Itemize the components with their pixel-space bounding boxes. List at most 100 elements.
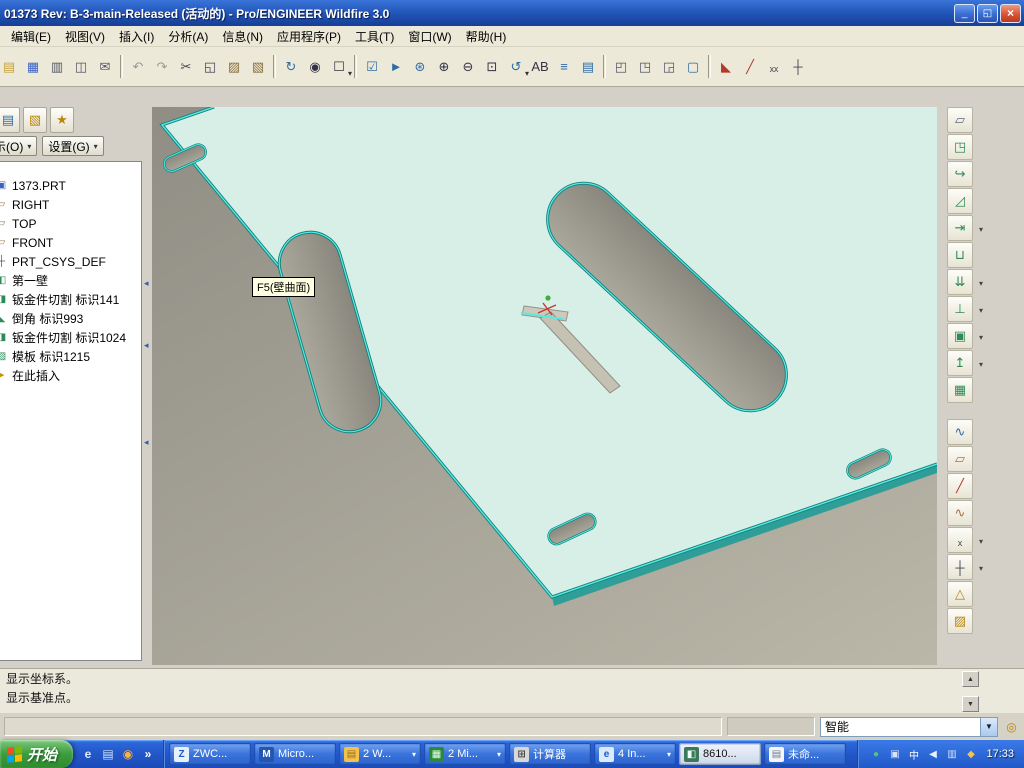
task-button-microsoft[interactable]: M Micro... bbox=[254, 743, 337, 765]
tree-item-first-wall[interactable]: ◧ 第一壁 bbox=[0, 271, 141, 290]
tree-item-template-1215[interactable]: ▨ 模板 标识1215 bbox=[0, 347, 141, 366]
new-window-icon[interactable]: ◰ bbox=[609, 55, 633, 79]
punch-tool-icon[interactable]: ↥ bbox=[947, 350, 983, 376]
save-icon[interactable]: ▦ bbox=[21, 55, 45, 79]
datum-csys-tool-icon[interactable]: ┼ bbox=[947, 554, 983, 580]
task-button-calculator[interactable]: ⊞ 计算器 bbox=[509, 743, 592, 765]
unbend-tool-icon[interactable]: ⇊ bbox=[947, 269, 983, 295]
menu-edit[interactable]: 编辑(E) bbox=[4, 26, 58, 47]
print-icon[interactable]: ▥ bbox=[45, 55, 69, 79]
datum-plane-tool-icon[interactable]: ▱ bbox=[947, 446, 973, 472]
window-cascade-icon[interactable]: ◲ bbox=[657, 55, 681, 79]
copy-icon[interactable]: ◱ bbox=[198, 55, 222, 79]
scroll-up-button[interactable]: ▲ bbox=[962, 671, 979, 687]
redo-icon[interactable]: ↷ bbox=[150, 55, 174, 79]
window-tile-icon[interactable]: ◳ bbox=[633, 55, 657, 79]
twist-wall-tool-icon[interactable]: ◿ bbox=[947, 188, 973, 214]
scroll-down-button[interactable]: ▼ bbox=[962, 696, 979, 712]
mail-icon[interactable]: ✉ bbox=[93, 55, 117, 79]
zoom-out-icon[interactable]: ⊖ bbox=[456, 55, 480, 79]
saved-views-icon[interactable]: AB bbox=[528, 55, 552, 79]
tray-network-icon[interactable]: ▥ bbox=[944, 747, 959, 762]
tray-update-icon[interactable]: ◆ bbox=[963, 747, 978, 762]
paste-special-icon[interactable]: ▧ bbox=[246, 55, 270, 79]
menu-view[interactable]: 视图(V) bbox=[58, 26, 112, 47]
tree-item-right[interactable]: ▱ RIGHT bbox=[0, 195, 141, 214]
tree-item-insert-here[interactable]: ► 在此插入 bbox=[0, 366, 141, 385]
tree-item-chamfer-993[interactable]: ◣ 倒角 标识993 bbox=[0, 309, 141, 328]
refit-icon[interactable]: ⊡ bbox=[480, 55, 504, 79]
sketch-display-icon[interactable]: ▢ bbox=[681, 55, 705, 79]
menu-info[interactable]: 信息(N) bbox=[215, 26, 270, 47]
menu-window[interactable]: 窗口(W) bbox=[401, 26, 458, 47]
menu-applications[interactable]: 应用程序(P) bbox=[270, 26, 348, 47]
tree-item-csys[interactable]: ┼ PRT_CSYS_DEF bbox=[0, 252, 141, 271]
cut-icon[interactable]: ✂ bbox=[174, 55, 198, 79]
datum-axes-toggle-icon[interactable]: ╱ bbox=[738, 55, 762, 79]
tree-item-front[interactable]: ▱ FRONT bbox=[0, 233, 141, 252]
bend-tool-icon[interactable]: ▣ bbox=[947, 323, 983, 349]
3d-model-canvas[interactable] bbox=[152, 107, 937, 665]
zoom-in-icon[interactable]: ⊕ bbox=[432, 55, 456, 79]
sketched-curve-tool-icon[interactable]: ∿ bbox=[947, 500, 973, 526]
task-button-mi-group[interactable]: ▦ 2 Mi... bbox=[424, 743, 507, 765]
minimize-button[interactable]: _ bbox=[954, 3, 975, 23]
quick-launch-overflow-chevron[interactable]: » bbox=[139, 744, 157, 764]
show-desktop-icon[interactable]: ▤ bbox=[99, 744, 117, 764]
print-preview-icon[interactable]: ◫ bbox=[69, 55, 93, 79]
datum-curve-tool-icon[interactable]: ∿ bbox=[947, 419, 973, 445]
task-button-untitled[interactable]: ▤ 未命... bbox=[764, 743, 847, 765]
undo-icon[interactable]: ↶ bbox=[126, 55, 150, 79]
find-icon[interactable]: ◉ bbox=[303, 55, 327, 79]
menu-insert[interactable]: 插入(I) bbox=[112, 26, 161, 47]
start-button[interactable]: 开始 bbox=[0, 740, 74, 768]
task-button-proe-8610[interactable]: ◧ 8610... bbox=[679, 743, 762, 765]
merge-wall-tool-icon[interactable]: ⊔ bbox=[947, 242, 973, 268]
bend-back-tool-icon[interactable]: ⊥ bbox=[947, 296, 983, 322]
datum-point-tool-icon[interactable]: ₓ bbox=[947, 527, 983, 553]
sketch-tool-icon[interactable]: ▱ bbox=[947, 107, 973, 133]
sash-collapse-arrow[interactable]: ◂ bbox=[144, 278, 149, 289]
datum-planes-toggle-icon[interactable]: ◣ bbox=[714, 55, 738, 79]
sash-collapse-arrow[interactable]: ◂ bbox=[144, 437, 149, 448]
select-special-icon[interactable]: ☐ bbox=[327, 55, 352, 79]
analysis-tool-icon[interactable]: △ bbox=[947, 581, 973, 607]
arrow-select-icon[interactable]: ► bbox=[384, 55, 408, 79]
tree-item-smt-cut-1024[interactable]: ◨ 钣金件切割 标识1024 bbox=[0, 328, 141, 347]
smart-filter-icon[interactable]: ◎ bbox=[1003, 718, 1020, 735]
task-button-internet-group[interactable]: e 4 In... bbox=[594, 743, 677, 765]
datum-axis-tool-icon[interactable]: ╱ bbox=[947, 473, 973, 499]
tray-language-icon[interactable]: 中 bbox=[906, 747, 921, 762]
folder-browser-tab-icon[interactable]: ▧ bbox=[23, 107, 47, 133]
repaint-icon[interactable]: ⊛ bbox=[408, 55, 432, 79]
flat-pattern-tool-icon[interactable]: ▨ bbox=[947, 608, 973, 634]
layers-icon[interactable]: ≡ bbox=[552, 55, 576, 79]
model-tree-tab-icon[interactable]: ▤ bbox=[0, 107, 20, 133]
die-tool-icon[interactable]: ▦ bbox=[947, 377, 973, 403]
task-button-zwcad[interactable]: Z ZWC... bbox=[169, 743, 252, 765]
extend-wall-tool-icon[interactable]: ⇥ bbox=[947, 215, 983, 241]
datum-csys-toggle-icon[interactable]: ┼ bbox=[786, 55, 810, 79]
select-filter-icon[interactable]: ☑ bbox=[360, 55, 384, 79]
close-button[interactable]: × bbox=[1000, 3, 1021, 23]
tree-item-part[interactable]: ▣ 1373.PRT bbox=[0, 176, 141, 195]
selection-filter-combobox[interactable]: 智能 ▼ bbox=[820, 716, 998, 737]
tree-show-button[interactable]: 显示(O)▾ bbox=[0, 136, 38, 156]
combobox-arrow-button[interactable]: ▼ bbox=[980, 717, 997, 736]
datum-points-toggle-icon[interactable]: ₓₓ bbox=[762, 55, 786, 79]
orient-icon[interactable]: ↺ bbox=[504, 55, 529, 79]
tray-volume-icon[interactable]: ◀ bbox=[925, 747, 940, 762]
tray-security-icon[interactable]: ▣ bbox=[887, 747, 902, 762]
open-icon[interactable]: ▤ bbox=[0, 55, 21, 79]
restore-button[interactable]: ◱ bbox=[977, 3, 998, 23]
menu-help[interactable]: 帮助(H) bbox=[459, 26, 514, 47]
ie-quick-launch-icon[interactable]: e bbox=[79, 744, 97, 764]
flat-wall-tool-icon[interactable]: ◳ bbox=[947, 134, 973, 160]
sash-collapse-arrow[interactable]: ◂ bbox=[144, 340, 149, 351]
menu-analysis[interactable]: 分析(A) bbox=[161, 26, 215, 47]
menu-tools[interactable]: 工具(T) bbox=[348, 26, 401, 47]
regenerate-icon[interactable]: ↻ bbox=[279, 55, 303, 79]
paste-icon[interactable]: ▨ bbox=[222, 55, 246, 79]
tree-settings-button[interactable]: 设置(G) ▾ bbox=[42, 136, 104, 156]
flange-wall-tool-icon[interactable]: ↪ bbox=[947, 161, 973, 187]
